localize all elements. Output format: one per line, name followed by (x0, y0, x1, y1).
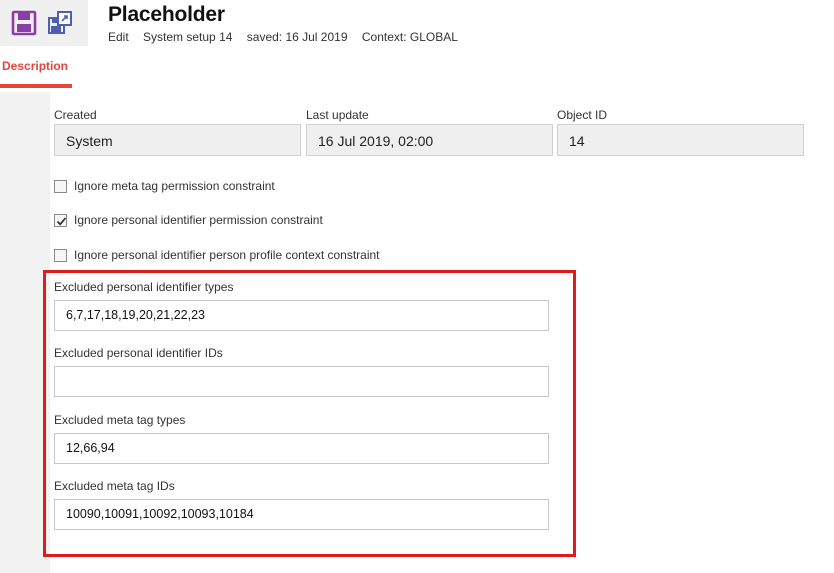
checkbox-ignore-personal-identifier-permission[interactable]: Ignore personal identifier permission co… (54, 212, 323, 228)
page-title: Placeholder (108, 3, 225, 26)
excluded-pi-ids-label: Excluded personal identifier IDs (54, 346, 223, 360)
excluded-meta-tag-ids-label: Excluded meta tag IDs (54, 479, 175, 493)
record-meta: Edit System setup 14 saved: 16 Jul 2019 … (108, 30, 469, 44)
checkbox-label: Ignore personal identifier person profil… (74, 248, 380, 262)
checkmark-icon (56, 216, 67, 226)
excluded-meta-tag-ids-input[interactable]: 10090,10091,10092,10093,10184 (54, 499, 549, 530)
created-label: Created (54, 108, 97, 122)
save-icon[interactable] (10, 9, 38, 37)
excluded-pi-types-label: Excluded personal identifier types (54, 280, 234, 294)
checkbox-ignore-meta-tag-permission[interactable]: Ignore meta tag permission constraint (54, 178, 275, 194)
checkbox-label: Ignore personal identifier permission co… (74, 213, 323, 227)
header: Placeholder Edit System setup 14 saved: … (0, 0, 834, 88)
tab-active-indicator (0, 84, 72, 88)
excluded-meta-tag-types-input[interactable]: 12,66,94 (54, 433, 549, 464)
object-id-value: 14 (557, 124, 804, 156)
mode-label: Edit (108, 30, 129, 44)
checkbox-label: Ignore meta tag permission constraint (74, 179, 275, 193)
object-id-label: Object ID (557, 108, 608, 122)
created-value: System (54, 124, 301, 156)
setup-label: System setup 14 (143, 30, 233, 44)
checkbox-checked[interactable] (54, 213, 67, 227)
excluded-pi-ids-input[interactable] (54, 366, 549, 397)
toolbar (0, 0, 88, 46)
tab-description[interactable]: Description (0, 52, 72, 88)
last-update-value: 16 Jul 2019, 02:00 (306, 124, 553, 156)
save-as-icon[interactable] (47, 9, 75, 37)
checkbox-unchecked[interactable] (54, 248, 67, 262)
last-update-label: Last update (306, 108, 369, 122)
checkbox-ignore-personal-identifier-profile-context[interactable]: Ignore personal identifier person profil… (54, 247, 380, 263)
left-gutter (0, 92, 50, 573)
excluded-meta-tag-types-label: Excluded meta tag types (54, 413, 186, 427)
excluded-pi-types-input[interactable]: 6,7,17,18,19,20,21,22,23 (54, 300, 549, 331)
saved-label: saved: 16 Jul 2019 (246, 30, 348, 44)
checkbox-unchecked[interactable] (54, 179, 67, 193)
tab-description-label: Description (2, 59, 69, 73)
context-label: Context: GLOBAL (361, 30, 458, 44)
